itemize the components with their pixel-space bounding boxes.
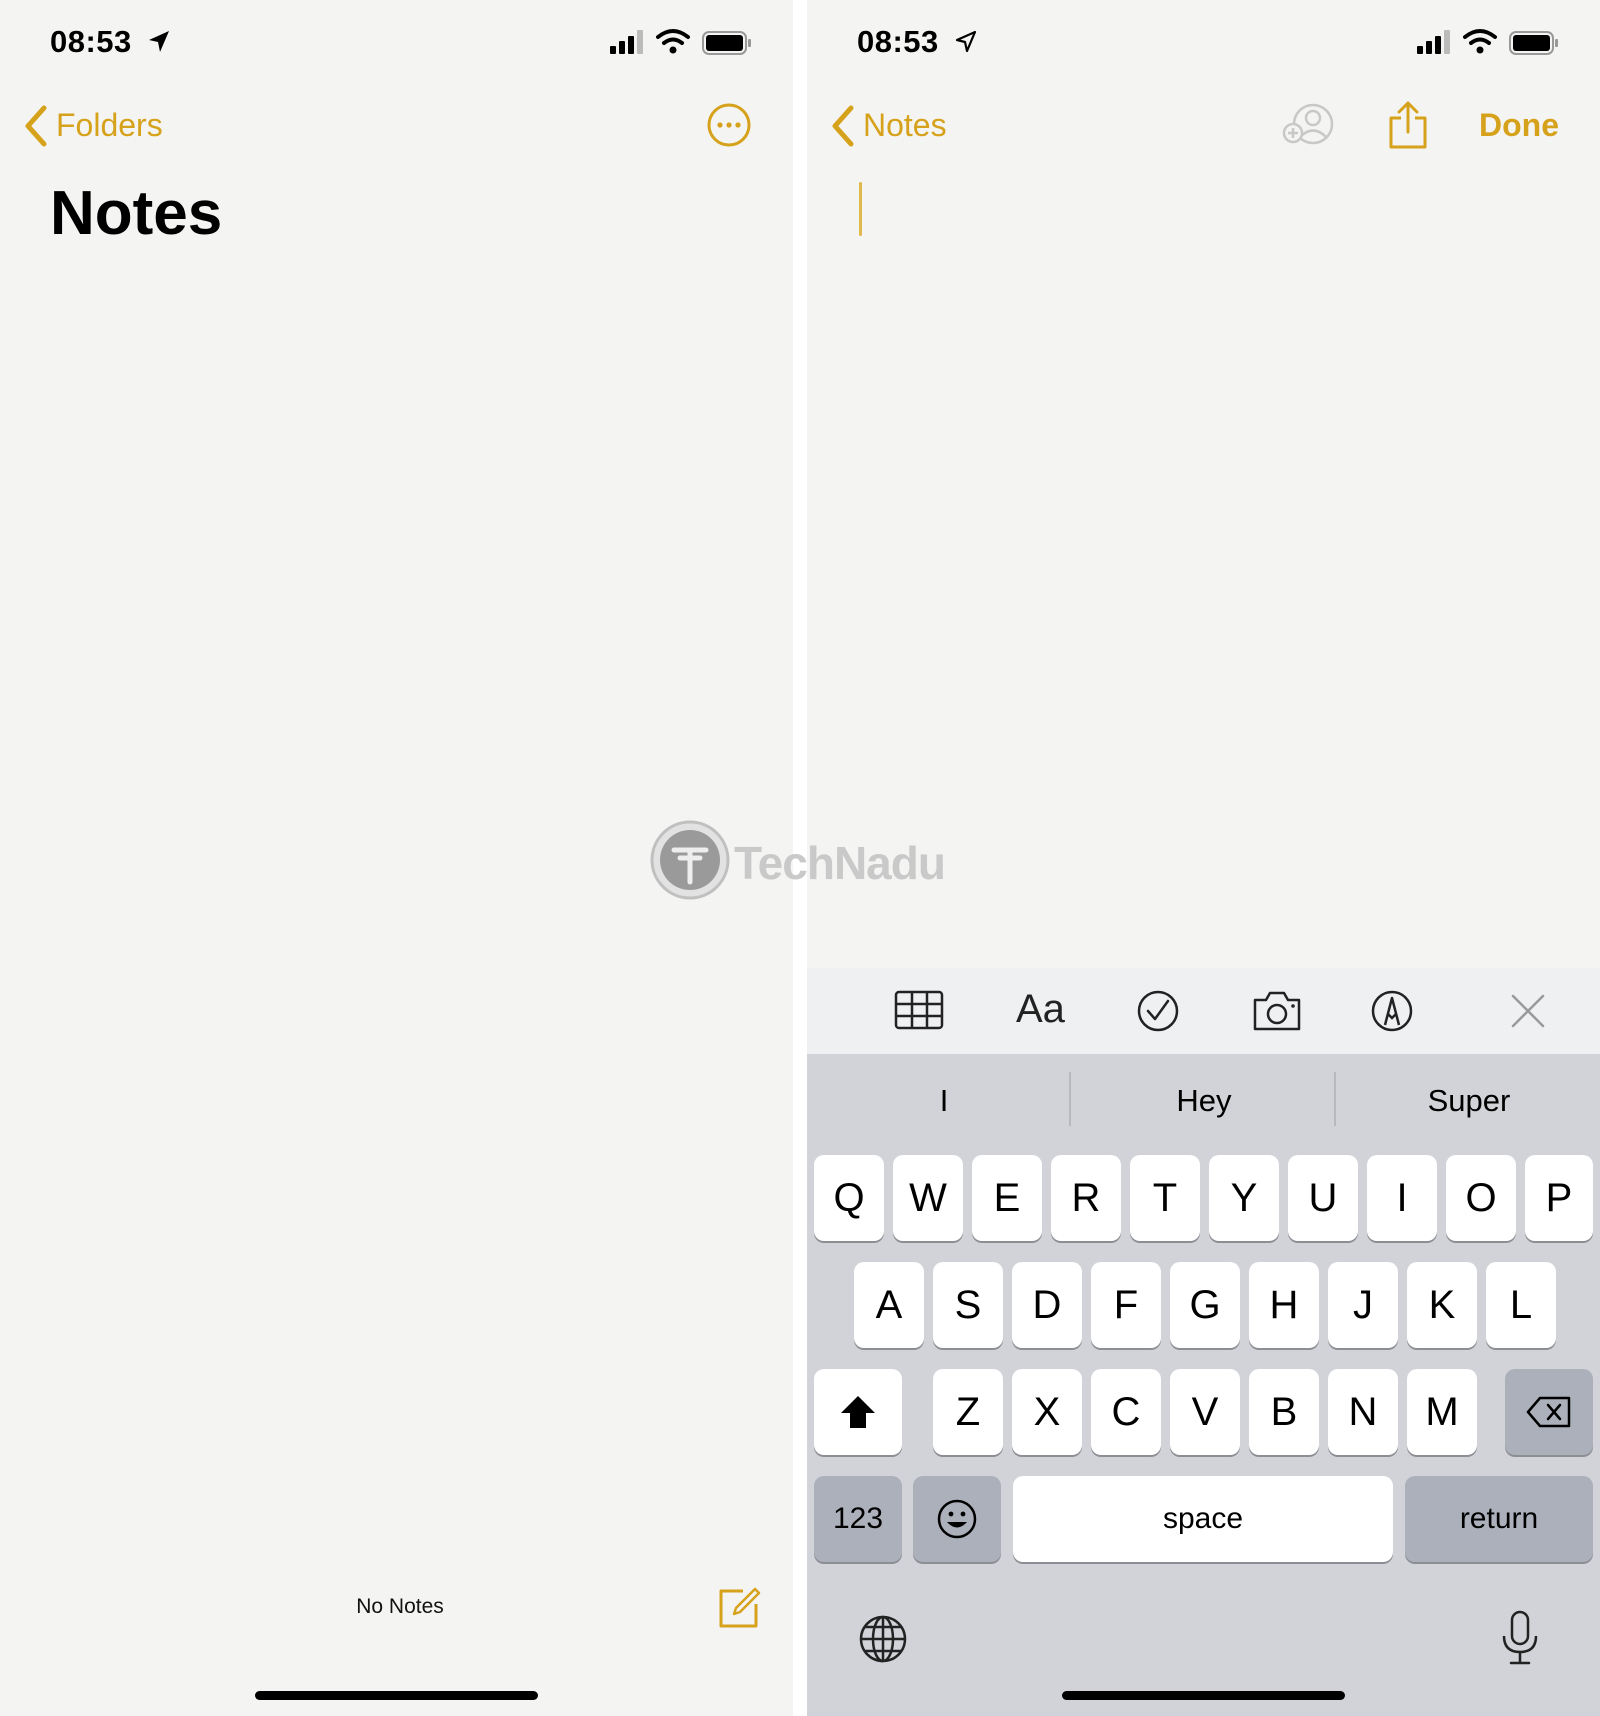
key-r[interactable]: R bbox=[1051, 1155, 1121, 1241]
key-w[interactable]: W bbox=[893, 1155, 963, 1241]
key-d[interactable]: D bbox=[1012, 1262, 1082, 1348]
key-n[interactable]: N bbox=[1328, 1369, 1398, 1455]
key-t[interactable]: T bbox=[1130, 1155, 1200, 1241]
key-k[interactable]: K bbox=[1407, 1262, 1477, 1348]
key-s[interactable]: S bbox=[933, 1262, 1003, 1348]
key-g[interactable]: G bbox=[1170, 1262, 1240, 1348]
space-key[interactable]: space bbox=[1013, 1476, 1393, 1562]
signal-icon bbox=[1417, 30, 1453, 54]
wifi-icon bbox=[656, 28, 690, 54]
chevron-left-icon bbox=[831, 105, 855, 147]
key-q[interactable]: Q bbox=[814, 1155, 884, 1241]
key-x[interactable]: X bbox=[1012, 1369, 1082, 1455]
location-arrow-icon bbox=[955, 30, 977, 54]
keyboard: I Hey Super Q W E R T Y U I O P A S D F … bbox=[807, 1054, 1600, 1716]
key-u[interactable]: U bbox=[1288, 1155, 1358, 1241]
delete-key[interactable] bbox=[1505, 1369, 1593, 1455]
checklist-icon[interactable] bbox=[1136, 989, 1180, 1033]
formatting-toolbar: Aa bbox=[807, 968, 1600, 1054]
prediction-1[interactable]: I bbox=[814, 1066, 1074, 1136]
prediction-divider bbox=[1334, 1072, 1336, 1126]
key-z[interactable]: Z bbox=[933, 1369, 1003, 1455]
signal-icon bbox=[610, 30, 646, 54]
key-j[interactable]: J bbox=[1328, 1262, 1398, 1348]
battery-icon bbox=[1509, 31, 1559, 55]
watermark-text: TechNadu bbox=[734, 837, 946, 889]
back-label: Notes bbox=[863, 107, 947, 143]
more-icon[interactable] bbox=[706, 102, 752, 148]
back-label: Folders bbox=[56, 107, 163, 143]
key-e[interactable]: E bbox=[972, 1155, 1042, 1241]
battery-icon bbox=[702, 31, 752, 55]
key-l[interactable]: L bbox=[1486, 1262, 1556, 1348]
shift-key[interactable] bbox=[814, 1369, 902, 1455]
delete-icon bbox=[1526, 1396, 1572, 1428]
wifi-icon bbox=[1463, 28, 1497, 54]
location-arrow-icon bbox=[148, 30, 170, 54]
numbers-key[interactable]: 123 bbox=[814, 1476, 902, 1562]
done-button[interactable]: Done bbox=[1479, 107, 1559, 144]
key-v[interactable]: V bbox=[1170, 1369, 1240, 1455]
text-format-button[interactable]: Aa bbox=[1016, 987, 1065, 1032]
home-indicator bbox=[1062, 1691, 1345, 1700]
microphone-icon[interactable] bbox=[1500, 1610, 1540, 1666]
status-time: 08:53 bbox=[50, 24, 132, 59]
home-indicator bbox=[255, 1691, 538, 1700]
key-h[interactable]: H bbox=[1249, 1262, 1319, 1348]
technadu-logo-icon bbox=[650, 820, 730, 900]
chevron-left-icon bbox=[24, 105, 48, 147]
return-key[interactable]: return bbox=[1405, 1476, 1593, 1562]
status-time: 08:53 bbox=[857, 24, 939, 59]
shift-icon bbox=[839, 1394, 877, 1430]
key-c[interactable]: C bbox=[1091, 1369, 1161, 1455]
prediction-2[interactable]: Hey bbox=[1074, 1066, 1334, 1136]
prediction-3[interactable]: Super bbox=[1339, 1066, 1599, 1136]
prediction-divider bbox=[1069, 1072, 1071, 1126]
key-b[interactable]: B bbox=[1249, 1369, 1319, 1455]
add-people-icon[interactable] bbox=[1281, 102, 1337, 148]
key-a[interactable]: A bbox=[854, 1262, 924, 1348]
emoji-key[interactable] bbox=[913, 1476, 1001, 1562]
page-title: Notes bbox=[50, 179, 223, 248]
markup-icon[interactable] bbox=[1370, 989, 1414, 1033]
key-m[interactable]: M bbox=[1407, 1369, 1477, 1455]
emoji-icon bbox=[936, 1498, 978, 1540]
technadu-watermark: TechNadu bbox=[650, 816, 990, 906]
key-p[interactable]: P bbox=[1525, 1155, 1593, 1241]
compose-icon[interactable] bbox=[717, 1586, 761, 1630]
share-icon[interactable] bbox=[1387, 100, 1429, 150]
key-f[interactable]: F bbox=[1091, 1262, 1161, 1348]
close-icon[interactable] bbox=[1510, 993, 1546, 1029]
notes-count-label: No Notes bbox=[356, 1595, 444, 1618]
key-o[interactable]: O bbox=[1446, 1155, 1516, 1241]
globe-icon[interactable] bbox=[858, 1614, 908, 1664]
key-i[interactable]: I bbox=[1367, 1155, 1437, 1241]
table-icon[interactable] bbox=[894, 990, 944, 1030]
camera-icon[interactable] bbox=[1251, 990, 1303, 1032]
key-y[interactable]: Y bbox=[1209, 1155, 1279, 1241]
